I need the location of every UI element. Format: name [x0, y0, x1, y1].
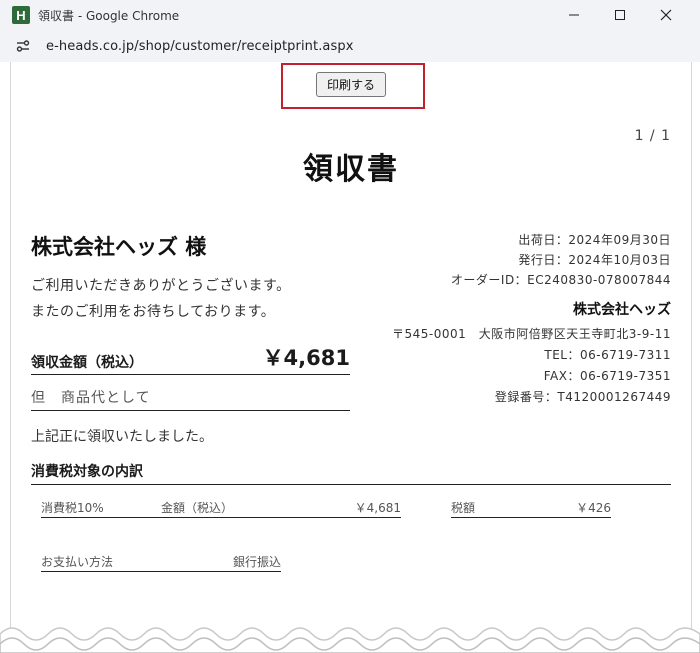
tax-rate-label: 消費税10%: [41, 501, 104, 515]
thanks-line-1: ご利用いただきありがとうございます。: [31, 278, 291, 294]
url-field[interactable]: e-heads.co.jp/shop/customer/receiptprint…: [46, 39, 354, 54]
tax-breakdown-heading: 消費税対象の内訳: [31, 464, 143, 480]
close-button[interactable]: [643, 0, 689, 30]
registration-number: 登録番号：T4120001267449: [494, 390, 671, 404]
payment-value: 銀行振込: [232, 555, 281, 569]
minimize-button[interactable]: [551, 0, 597, 30]
document-title: 領収書: [303, 152, 399, 187]
total-label: 領収金額（税込）: [31, 355, 143, 371]
address-bar: e-heads.co.jp/shop/customer/receiptprint…: [0, 30, 700, 62]
total-amount: ￥4,681: [262, 346, 350, 370]
amount-value: ￥4,681: [354, 501, 401, 515]
order-id: オーダーID：EC240830-078007844: [450, 273, 671, 287]
close-icon: [660, 9, 672, 21]
site-favicon: H: [12, 6, 30, 24]
window-title: 領収書 - Google Chrome: [38, 9, 180, 23]
issuer-address: 〒545-0001 大阪市阿倍野区天王寺町北3-9-11: [392, 327, 671, 341]
issuer-company: 株式会社ヘッズ: [573, 302, 671, 318]
title-bar: H 領収書 - Google Chrome: [0, 0, 700, 30]
torn-edge-decoration: [0, 627, 700, 653]
purpose-text: 但 商品代として: [31, 390, 151, 406]
issue-date: 発行日：2024年10月03日: [518, 253, 671, 267]
payment-method-line: お支払い方法 銀行振込: [41, 551, 281, 572]
tax-amount-line: 消費税10% 金額（税込） ￥4,681: [41, 497, 401, 518]
site-info-icon: [16, 40, 30, 52]
print-button[interactable]: 印刷する: [316, 72, 386, 97]
tax-breakdown-heading-row: 消費税対象の内訳: [31, 460, 671, 485]
tax-value: ￥426: [576, 501, 611, 515]
total-row: 領収金額（税込） ￥4,681: [31, 342, 350, 375]
thanks-line-2: またのご利用をお待ちしております。: [31, 304, 276, 320]
issuer-fax: FAX：06-6719-7351: [543, 369, 671, 383]
maximize-icon: [615, 10, 625, 20]
minimize-icon: [569, 14, 579, 16]
received-statement: 上記正に領収いたしました。: [31, 429, 213, 445]
customer-name: 株式会社ヘッズ 様: [31, 235, 207, 259]
ship-date: 出荷日：2024年09月30日: [518, 233, 671, 247]
page-count: 1 / 1: [634, 128, 671, 144]
purpose-row: 但 商品代として: [31, 384, 350, 411]
issuer-tel: TEL：06-6719-7311: [544, 348, 671, 362]
maximize-button[interactable]: [597, 0, 643, 30]
site-info-button[interactable]: [10, 33, 36, 59]
payment-label: お支払い方法: [41, 555, 114, 569]
receipt-page: 印刷する 1 / 1 領収書 株式会社ヘッズ 様 ご利用いただきありがとうござい…: [10, 62, 692, 653]
amount-label: 金額（税込）: [161, 501, 234, 515]
tax-label: 税額: [451, 501, 476, 515]
tax-value-line: 税額 ￥426: [451, 497, 611, 518]
